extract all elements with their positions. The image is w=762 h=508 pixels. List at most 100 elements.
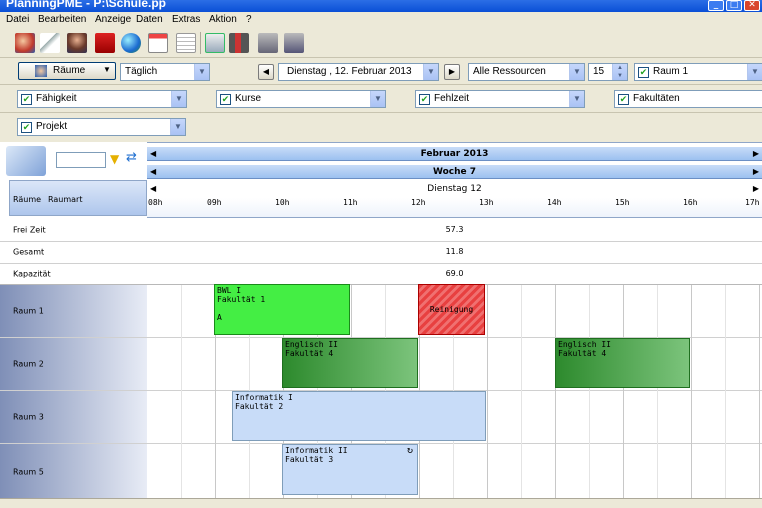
room-filter-label: Raum 1 (653, 66, 689, 77)
resource-type-label: Räume (53, 65, 86, 76)
resources-select[interactable]: Alle Ressourcen ▼ (468, 63, 585, 81)
faculty-filter[interactable]: ✔ Fakultäten (614, 90, 762, 108)
menu-anzeige[interactable]: Anzeige (95, 14, 131, 25)
room-checkbox[interactable]: ✔ (638, 67, 649, 78)
time-gridline (657, 285, 658, 498)
room-row-label[interactable]: Raum 3 (0, 391, 147, 443)
print-icon[interactable] (258, 33, 278, 53)
next-week-icon[interactable]: ▶ (753, 165, 759, 179)
filter-icon[interactable]: ▼ (110, 152, 119, 166)
report-icon[interactable] (229, 33, 249, 53)
maximize-button[interactable]: □ (726, 0, 742, 11)
room-filter[interactable]: ✔ Raum 1 ▼ (634, 63, 762, 81)
add-task-icon[interactable] (205, 33, 225, 53)
rooms-column-header[interactable]: Räume (13, 195, 41, 204)
event-block[interactable]: BWL I Fakultät 1 A (214, 284, 350, 335)
event-block[interactable]: Informatik II Fakultät 3 ↻ (282, 444, 418, 495)
stat-row-free: Frei Zeit (0, 219, 147, 241)
previous-day-icon[interactable]: ◀ (150, 182, 156, 196)
chevron-down-icon: ▼ (423, 64, 438, 80)
next-day-icon[interactable]: ▶ (753, 182, 759, 196)
menu-help[interactable]: ? (246, 14, 252, 25)
hour-label: 12h (411, 198, 426, 207)
course-filter[interactable]: ✔ Kurse ▼ (216, 90, 386, 108)
week-label: Woche 7 (432, 167, 477, 177)
event-title: Informatik I (235, 393, 293, 402)
event-block[interactable]: Informatik I Fakultät 2 (232, 391, 486, 441)
toolbar (0, 28, 762, 58)
users-icon[interactable] (15, 33, 35, 53)
calendar-icon[interactable] (148, 33, 168, 53)
skill-checkbox[interactable]: ✔ (21, 94, 32, 105)
room-type-column-header[interactable]: Raumart (48, 195, 82, 204)
stat-label: Kapazität (13, 269, 51, 278)
globe-icon[interactable] (121, 33, 141, 53)
event-subtitle: Fakultät 4 (558, 349, 607, 358)
skill-label: Fähigkeit (36, 93, 77, 104)
chevron-down-icon: ▼ (171, 91, 186, 107)
table-icon[interactable] (176, 33, 196, 53)
event-block[interactable]: Englisch II Fakultät 4 (282, 338, 418, 388)
toolbar-separator (200, 32, 201, 54)
count-spinner[interactable]: 15 ▲ ▼ (588, 63, 628, 81)
week-header: ◀ Woche 7 ▶ (147, 165, 762, 179)
minimize-button[interactable]: _ (708, 0, 724, 11)
hour-label: 13h (479, 198, 494, 207)
resource-type-button[interactable]: Räume ▼ (18, 62, 116, 80)
hour-label: 11h (343, 198, 358, 207)
month-label: Februar 2013 (420, 149, 489, 159)
room-name: Raum 1 (13, 306, 44, 316)
project-filter[interactable]: ✔ Projekt ▼ (17, 118, 186, 136)
menu-datei[interactable]: Datei (6, 14, 29, 25)
event-title: Englisch II (285, 340, 338, 349)
menu-aktion[interactable]: Aktion (209, 14, 237, 25)
room-row-label[interactable]: Raum 1 (0, 285, 147, 337)
month-header: ◀ Februar 2013 ▶ (147, 147, 762, 161)
event-block[interactable]: Reinigung (418, 284, 485, 335)
hour-label: 09h (207, 198, 222, 207)
project-checkbox[interactable]: ✔ (21, 122, 32, 133)
time-gridline (181, 285, 182, 498)
search-input[interactable] (56, 152, 106, 168)
close-button[interactable]: ✕ (744, 0, 760, 11)
spinner-arrows-icon[interactable]: ▲ ▼ (612, 64, 627, 80)
view-mode-select[interactable]: Täglich ▼ (120, 63, 210, 81)
course-checkbox[interactable]: ✔ (220, 94, 231, 105)
previous-month-icon[interactable]: ◀ (150, 147, 156, 161)
skill-filter[interactable]: ✔ Fähigkeit ▼ (17, 90, 187, 108)
menu-daten[interactable]: Daten (136, 14, 163, 25)
team-icon[interactable] (67, 33, 87, 53)
room-row-label[interactable]: Raum 5 (0, 444, 147, 498)
menu-bearbeiten[interactable]: Bearbeiten (38, 14, 86, 25)
dropdown-arrow-icon: ▼ (103, 65, 111, 74)
menu-extras[interactable]: Extras (172, 14, 200, 25)
next-month-icon[interactable]: ▶ (753, 147, 759, 161)
room-name: Raum 3 (13, 412, 44, 422)
previous-week-icon[interactable]: ◀ (150, 165, 156, 179)
date-picker[interactable]: Dienstag , 12. Februar 2013 ▼ (278, 63, 439, 81)
print-preview-icon[interactable] (284, 33, 304, 53)
room-row-label[interactable]: Raum 2 (0, 338, 147, 390)
stat-label: Gesamt (13, 247, 45, 257)
faculty-checkbox[interactable]: ✔ (618, 94, 629, 105)
resource-header-panel: ▼ ⇄ (0, 142, 147, 180)
chevron-down-icon: ▼ (194, 64, 209, 80)
absence-filter[interactable]: ✔ Fehlzeit ▼ (415, 90, 585, 108)
hour-label: 10h (275, 198, 290, 207)
time-gridline (555, 285, 556, 498)
event-block[interactable]: Englisch II Fakultät 4 (555, 338, 690, 388)
previous-day-button[interactable]: ◀ (258, 64, 274, 80)
course-label: Kurse (235, 93, 262, 104)
time-gridline (759, 285, 760, 498)
time-gridline (691, 285, 692, 498)
absence-checkbox[interactable]: ✔ (419, 94, 430, 105)
pen-icon[interactable] (40, 33, 60, 53)
event-title: Englisch II (558, 340, 611, 349)
event-subtitle: Fakultät 2 (235, 402, 284, 411)
chevron-down-icon: ▼ (170, 119, 185, 135)
next-day-button[interactable]: ▶ (444, 64, 460, 80)
chevron-down-icon: ▼ (569, 64, 584, 80)
room-icon (35, 65, 47, 77)
refresh-icon[interactable]: ⇄ (126, 150, 137, 165)
book-icon[interactable] (95, 33, 115, 53)
